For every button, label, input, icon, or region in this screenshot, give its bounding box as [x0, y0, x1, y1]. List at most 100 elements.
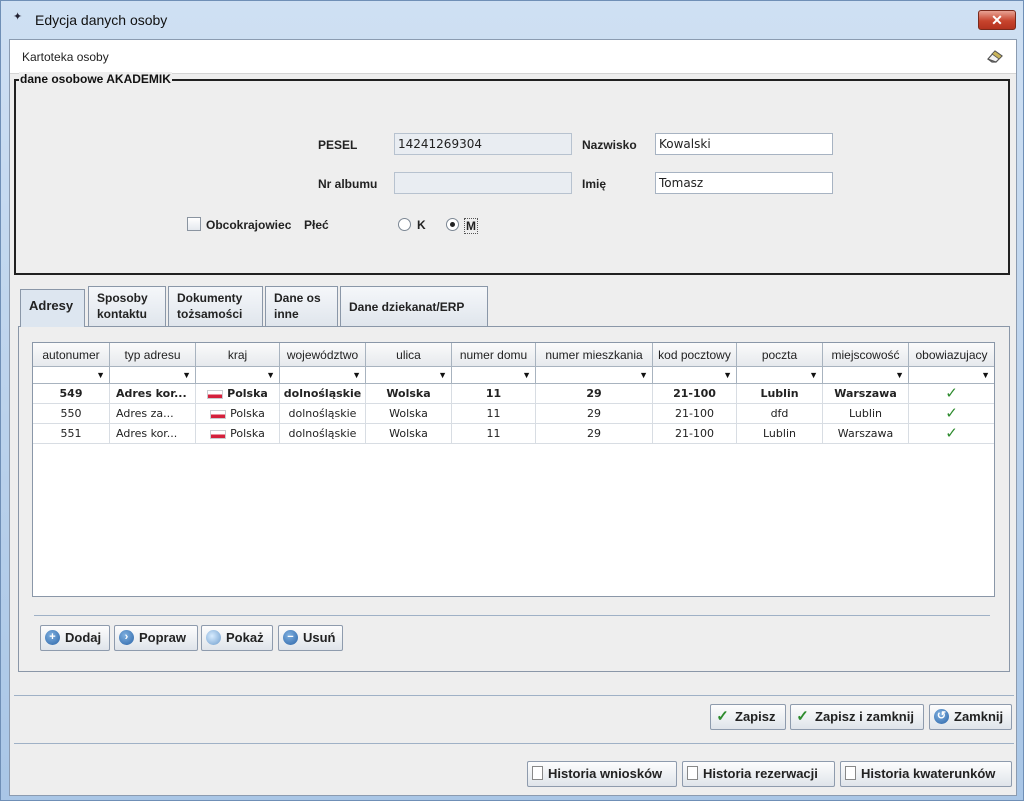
filter-dropdown-icon: ▼: [895, 370, 904, 380]
zapisz-button[interactable]: ✓ Zapisz: [710, 704, 786, 730]
table-cell: Polska: [196, 424, 280, 444]
column-header[interactable]: miejscowość: [823, 343, 909, 367]
table-cell: 21-100: [653, 424, 737, 444]
table-cell: 21-100: [653, 404, 737, 424]
table-cell: Warszawa: [823, 424, 909, 444]
zapisz-i-zamknij-button[interactable]: ✓ Zapisz i zamknij: [790, 704, 924, 730]
table-cell: ✓: [909, 404, 994, 424]
column-filter[interactable]: ▼: [536, 367, 653, 384]
tab-dokumenty-tozsamosci[interactable]: Dokumenty tożsamości: [168, 286, 263, 327]
column-header[interactable]: numer mieszkania: [536, 343, 653, 367]
window: ✦ Edycja danych osoby ✕ Kartoteka osoby …: [0, 0, 1024, 801]
column-header[interactable]: kod pocztowy: [653, 343, 737, 367]
table-cell: Polska: [196, 404, 280, 424]
dodaj-button[interactable]: + Dodaj: [40, 625, 110, 651]
table-cell: Adres kor...: [110, 384, 196, 404]
cell-value: Wolska: [389, 407, 428, 420]
cell-value: 551: [60, 427, 82, 440]
checkmark-icon: ✓: [716, 707, 729, 725]
historia-kwaterunkow-button[interactable]: Historia kwaterunków: [840, 761, 1012, 787]
column-filter[interactable]: ▼: [196, 367, 280, 384]
cell-value: Polska: [227, 387, 268, 400]
table-cell: ✓: [909, 424, 994, 444]
table-cell: Wolska: [366, 424, 452, 444]
column-filter[interactable]: ▼: [366, 367, 452, 384]
cell-value: Warszawa: [834, 387, 897, 400]
pokaz-button[interactable]: Pokaż: [201, 625, 273, 651]
cell-value: 550: [60, 407, 82, 420]
document-icon: [687, 766, 698, 781]
column-filter[interactable]: ▼: [452, 367, 536, 384]
checkmark-icon: ✓: [945, 384, 958, 402]
column-header[interactable]: poczta: [737, 343, 823, 367]
remove-icon: −: [283, 629, 298, 645]
title-bar[interactable]: ✦ Edycja danych osoby ✕: [1, 1, 1023, 39]
cell-value: dolnośląskie: [288, 427, 357, 440]
personal-data-group: dane osobowe AKADEMIK PESEL 14241269304 …: [14, 72, 1010, 275]
column-header[interactable]: województwo: [280, 343, 366, 367]
filter-dropdown-icon: ▼: [438, 370, 447, 380]
column-header[interactable]: ulica: [366, 343, 452, 367]
table-cell: Polska: [196, 384, 280, 404]
table-cell: 21-100: [653, 384, 737, 404]
column-filter[interactable]: ▼: [653, 367, 737, 384]
column-filter[interactable]: ▼: [110, 367, 196, 384]
popraw-button[interactable]: › Popraw: [114, 625, 198, 651]
column-filter[interactable]: ▼: [33, 367, 110, 384]
plec-k-radio[interactable]: [398, 218, 411, 231]
column-header[interactable]: typ adresu: [110, 343, 196, 367]
table-cell: dfd: [737, 404, 823, 424]
close-icon: ✕: [991, 12, 1003, 28]
column-header[interactable]: numer domu: [452, 343, 536, 367]
table-cell: ✓: [909, 384, 994, 404]
eraser-icon[interactable]: [986, 48, 1004, 64]
cell-value: dfd: [770, 407, 789, 420]
tab-dane-dziekanat-erp[interactable]: Dane dziekanat/ERP: [340, 286, 488, 327]
column-filter[interactable]: ▼: [737, 367, 823, 384]
tab-dane-os-inne[interactable]: Dane os inne: [265, 286, 338, 327]
table-cell: 29: [536, 404, 653, 424]
undo-icon: ↺: [934, 708, 949, 724]
historia-rezerwacji-button[interactable]: Historia rezerwacji: [682, 761, 835, 787]
addresses-table[interactable]: autonumer ▼ typ adresu ▼ kraj ▼ województwo ▼ ul…: [32, 342, 995, 597]
column-header[interactable]: autonumer: [33, 343, 110, 367]
obcokrajowiec-checkbox[interactable]: [187, 217, 201, 231]
tab-sposoby-kontaktu[interactable]: Sposoby kontaktu: [88, 286, 166, 327]
imie-field[interactable]: Tomasz: [655, 172, 833, 194]
column-filter[interactable]: ▼: [823, 367, 909, 384]
cell-value: Wolska: [389, 427, 428, 440]
poland-flag-icon: [210, 429, 227, 439]
nazwisko-field[interactable]: Kowalski: [655, 133, 833, 155]
historia-wnioskow-button[interactable]: Historia wniosków: [527, 761, 677, 787]
column-header[interactable]: kraj: [196, 343, 280, 367]
cell-value: 29: [586, 387, 602, 400]
dialog-content: Kartoteka osoby dane osobowe AKADEMIK PE…: [9, 39, 1017, 796]
table-cell: Warszawa: [823, 384, 909, 404]
table-cell: Wolska: [366, 384, 452, 404]
zamknij-button[interactable]: ↺ Zamknij: [929, 704, 1012, 730]
filter-dropdown-icon: ▼: [723, 370, 732, 380]
column-filter[interactable]: ▼: [280, 367, 366, 384]
filter-dropdown-icon: ▼: [266, 370, 275, 380]
tab-panel-adresy: autonumer ▼ typ adresu ▼ kraj ▼ województwo ▼ ul…: [18, 326, 1010, 672]
table-cell: 551: [33, 424, 110, 444]
column-header[interactable]: obowiazujacy: [909, 343, 994, 367]
divider: [14, 695, 1014, 696]
document-icon: [532, 766, 543, 781]
cell-value: 21-100: [675, 407, 714, 420]
usun-button[interactable]: − Usuń: [278, 625, 343, 651]
filter-dropdown-icon: ▼: [182, 370, 191, 380]
plec-label: Płeć: [304, 218, 329, 232]
cell-value: Warszawa: [837, 427, 894, 440]
tab-adresy[interactable]: Adresy: [20, 289, 85, 327]
plec-m-radio[interactable]: [446, 218, 459, 231]
nr-albumu-field[interactable]: [394, 172, 572, 194]
pesel-field[interactable]: 14241269304: [394, 133, 572, 155]
cell-value: 11: [486, 407, 501, 420]
column-filter[interactable]: ▼: [909, 367, 994, 384]
close-button[interactable]: ✕: [978, 10, 1016, 30]
filter-dropdown-icon: ▼: [981, 370, 990, 380]
table-cell: 11: [452, 424, 536, 444]
table-cell: Adres za...: [110, 404, 196, 424]
divider: [14, 743, 1014, 744]
